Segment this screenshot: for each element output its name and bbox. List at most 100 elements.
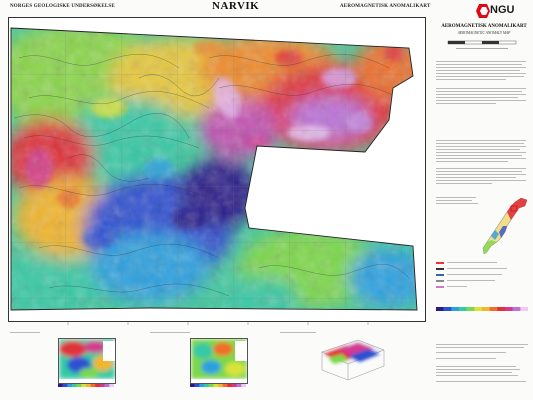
panel-subtitle: AEROMAGNETIC ANOMALY MAP <box>457 31 511 35</box>
ramp-swatch <box>459 307 467 311</box>
legend-symbol <box>436 274 444 276</box>
text-block-line <box>436 73 526 74</box>
ramp-swatch <box>482 307 490 311</box>
ramp-swatch <box>436 307 444 311</box>
ramp-swatch <box>489 307 498 311</box>
ramp-swatch <box>497 307 506 311</box>
text-block-line <box>436 70 520 71</box>
ramp-swatch <box>194 384 200 387</box>
legend-text <box>447 286 467 287</box>
ramp-swatch <box>100 384 105 387</box>
ramp-swatch <box>208 384 214 387</box>
color-ramp-legend <box>436 307 528 311</box>
ramp-swatch <box>67 384 73 387</box>
text-block-line <box>436 171 522 172</box>
ngu-logo-text: NGU <box>490 4 515 16</box>
anomaly-map-graphic <box>9 18 425 321</box>
text-block-line <box>436 200 472 201</box>
ramp-swatch <box>72 384 77 387</box>
ramp-swatch <box>241 384 246 387</box>
inset-ramp-2 <box>190 384 246 387</box>
ramp-swatch <box>451 307 460 311</box>
text-block-line <box>436 64 522 65</box>
legend-symbol <box>436 268 444 270</box>
text-block-line <box>436 79 506 80</box>
ramp-swatch <box>62 384 68 387</box>
legend-symbol <box>436 262 444 264</box>
text-block-line <box>436 97 518 98</box>
text-block-line <box>436 180 526 181</box>
scale-bar-graphic <box>447 40 517 49</box>
text-block-line <box>436 94 526 95</box>
publisher-header: NORGES GEOLOGISKE UNDERSØKELSE <box>10 4 115 9</box>
text-block-line <box>436 372 512 373</box>
text-block-line <box>436 174 526 175</box>
ramp-swatch <box>104 384 110 387</box>
text-block-line <box>436 88 526 89</box>
inset-map-vertical-gradient[interactable] <box>190 338 248 384</box>
ramp-swatch <box>109 384 114 387</box>
legend-text <box>447 280 495 281</box>
text-block-line <box>436 155 522 156</box>
anomaly-map[interactable] <box>8 17 426 322</box>
legend-text <box>447 262 497 263</box>
ramp-swatch <box>474 307 483 311</box>
caption-line <box>10 332 40 333</box>
text-block-line <box>436 369 520 370</box>
ramp-swatch <box>466 307 475 311</box>
text-block-line <box>436 140 526 141</box>
text-block-line <box>436 149 520 150</box>
text-block-line <box>436 67 526 68</box>
ramp-swatch <box>520 307 528 311</box>
legend-text <box>447 268 507 269</box>
text-block-line <box>436 100 526 101</box>
text-block-line <box>436 366 516 367</box>
text-block-line <box>436 375 518 376</box>
inset-map-graphic <box>191 339 247 383</box>
inset-ramp-1 <box>58 384 114 387</box>
ramp-swatch <box>81 384 87 387</box>
legend-symbol <box>436 286 444 288</box>
map-tick-marks <box>67 321 369 325</box>
ramp-swatch <box>90 384 96 387</box>
text-block-line <box>436 152 526 153</box>
ramp-swatch <box>218 384 223 387</box>
ramp-swatch <box>95 384 101 387</box>
location-map <box>482 197 528 255</box>
panel-title: AEROMAGNETISK ANOMALIKART <box>441 24 527 29</box>
ramp-swatch <box>505 307 513 311</box>
inset-3d-graphic <box>321 339 385 381</box>
ramp-swatch <box>199 384 205 387</box>
text-block-line <box>436 158 526 159</box>
legend-symbol <box>436 280 444 282</box>
text-block-line <box>436 352 506 353</box>
text-block-line <box>436 203 478 204</box>
map-title: NARVIK <box>212 0 260 12</box>
text-block-line <box>436 381 526 382</box>
text-block-line <box>436 358 496 359</box>
text-block-line <box>436 103 496 104</box>
ramp-swatch <box>204 384 209 387</box>
text-block-line <box>436 197 476 198</box>
ramp-swatch <box>222 384 228 387</box>
text-block-line <box>436 177 516 178</box>
ramp-swatch <box>76 384 82 387</box>
text-block-line <box>436 146 526 147</box>
text-block-line <box>436 183 492 184</box>
inset-3d-view[interactable] <box>318 334 388 382</box>
text-block-line <box>436 143 524 144</box>
ramp-swatch <box>58 384 63 387</box>
ramp-swatch <box>190 384 195 387</box>
map-sheet: NORGES GEOLOGISKE UNDERSØKELSE NARVIK AE… <box>0 0 533 400</box>
ramp-swatch <box>213 384 219 387</box>
ramp-swatch <box>443 307 452 311</box>
ramp-swatch <box>512 307 521 311</box>
ramp-swatch <box>232 384 237 387</box>
ramp-swatch <box>236 384 242 387</box>
map-type-header: AEROMAGNETISK ANOMALIKART <box>340 4 431 9</box>
text-block-line <box>436 161 508 162</box>
caption-line <box>280 332 316 333</box>
caption-line <box>150 332 190 333</box>
text-block-line <box>436 61 526 62</box>
inset-map-total-field[interactable] <box>58 338 116 384</box>
